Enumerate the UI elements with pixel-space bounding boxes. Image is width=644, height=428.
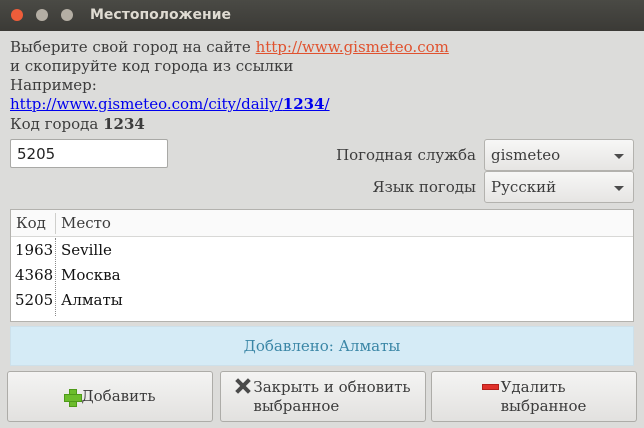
row-code: 5205 xyxy=(15,291,54,309)
example-link-prefix[interactable]: http://www.gismeteo.com/city/daily/ xyxy=(10,95,283,113)
row-code: 1963 xyxy=(15,241,54,259)
column-divider xyxy=(55,238,56,316)
column-divider[interactable] xyxy=(55,213,56,234)
add-button-label: Добавить xyxy=(81,387,156,405)
code-label-example: 1234 xyxy=(103,115,145,133)
table-row[interactable]: 1963 Seville xyxy=(11,237,633,262)
plus-icon xyxy=(64,388,83,407)
chevron-down-icon xyxy=(614,186,624,191)
code-label-text: Код города xyxy=(10,115,104,133)
instruction-line-2: и скопируйте код города из ссылки xyxy=(10,57,294,75)
weather-service-value: gismeteo xyxy=(491,146,561,164)
minimize-window-button[interactable] xyxy=(36,9,48,21)
close-update-label-line2: выбранное xyxy=(253,396,340,415)
minus-icon xyxy=(481,384,499,390)
chevron-down-icon xyxy=(614,154,624,159)
column-header-code[interactable]: Код xyxy=(16,214,46,232)
weather-language-label: Язык погоды xyxy=(372,178,476,196)
delete-label-line2: выбранное xyxy=(500,396,587,415)
gismeteo-link[interactable]: http://www.gismeteo.com xyxy=(256,38,449,56)
row-code: 4368 xyxy=(15,266,54,284)
example-link[interactable]: http://www.gismeteo.com/city/daily/1234/ xyxy=(10,95,330,114)
status-message: Добавлено: Алматы xyxy=(10,326,634,366)
close-update-label: Закрыть и обновить выбранное xyxy=(253,378,410,416)
locations-table[interactable]: Код Место 1963 Seville 4368 Москва 5205 … xyxy=(10,209,634,322)
table-header: Код Место xyxy=(11,210,633,237)
close-and-update-button[interactable]: Закрыть и обновить выбранное xyxy=(220,371,426,422)
weather-language-select[interactable]: Русский xyxy=(484,171,634,203)
code-label: Код города 1234 xyxy=(10,115,145,134)
close-update-label-line1: Закрыть и обновить xyxy=(253,377,411,396)
row-place: Алматы xyxy=(61,291,123,309)
table-row[interactable]: 4368 Москва xyxy=(11,262,633,287)
close-window-button[interactable] xyxy=(11,9,23,21)
weather-service-label: Погодная служба xyxy=(336,146,476,164)
city-code-input[interactable]: 5205 xyxy=(10,139,168,168)
weather-service-select[interactable]: gismeteo xyxy=(484,139,634,171)
weather-language-value: Русский xyxy=(491,178,557,196)
row-place: Seville xyxy=(61,241,112,259)
window-title: Местоположение xyxy=(90,7,232,23)
delete-selected-button[interactable]: Удалить выбранное xyxy=(431,371,637,422)
maximize-window-button[interactable] xyxy=(61,9,73,21)
instruction-line-3: Например: xyxy=(10,76,97,94)
instruction-line-1: Выберите свой город на сайте http://www.… xyxy=(10,38,449,57)
delete-label: Удалить выбранное xyxy=(501,378,587,416)
delete-label-line1: Удалить xyxy=(500,377,566,396)
row-place: Москва xyxy=(61,266,121,284)
example-link-code[interactable]: 1234 xyxy=(283,95,325,113)
table-row[interactable]: 5205 Алматы xyxy=(11,287,633,312)
column-header-place[interactable]: Место xyxy=(61,214,111,232)
example-link-suffix[interactable]: / xyxy=(325,95,330,113)
title-bar: Местоположение xyxy=(0,0,644,31)
instruction-text: Выберите свой город на сайте xyxy=(10,38,256,56)
add-button[interactable]: Добавить xyxy=(7,371,213,422)
close-icon xyxy=(235,378,251,394)
